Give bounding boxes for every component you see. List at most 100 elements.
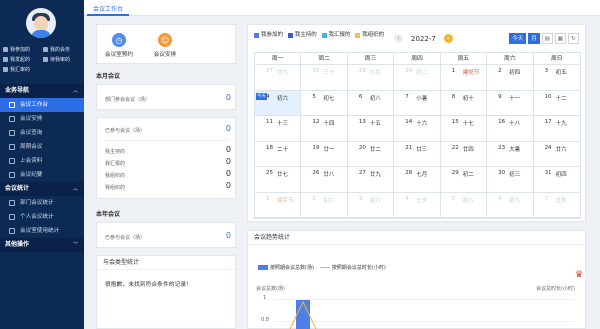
calendar-day[interactable]: 4 七夕 bbox=[394, 192, 441, 218]
lunar-date: 初二 bbox=[462, 172, 474, 178]
calendar-day[interactable]: 9 十一 bbox=[487, 90, 534, 116]
day-number: 5 bbox=[312, 93, 316, 100]
calendar-day[interactable]: 24 廿六 bbox=[533, 142, 580, 167]
nav-meeting-materials[interactable]: 上会资料 bbox=[0, 154, 84, 168]
calendar-day[interactable]: 28 七月 bbox=[394, 167, 441, 193]
legend-item[interactable]: 按照期会议总数(场) bbox=[258, 264, 314, 271]
section-other-ops[interactable]: 其他操作 ﹀ bbox=[0, 238, 84, 252]
dept-meeting-count[interactable]: 0 bbox=[226, 93, 231, 102]
calendar-day[interactable]: 2 初六 bbox=[301, 192, 348, 218]
nav-periodic-meeting[interactable]: 周期会议 bbox=[0, 140, 84, 154]
calendar-day[interactable]: 16 十八 bbox=[487, 116, 534, 142]
type-stats-card: 与会类型统计 很抱歉，未找到符合条件的记录！ bbox=[96, 255, 236, 329]
nav-meeting-query[interactable]: 会议查询 bbox=[0, 126, 84, 140]
yearly-count[interactable]: 0 bbox=[226, 231, 231, 240]
section-meeting-stats[interactable]: 会议统计 ︿ bbox=[0, 182, 84, 196]
nav-personal-stats[interactable]: 个人会议统计 bbox=[0, 210, 84, 224]
calendar-day[interactable]: 今天 4 初六 bbox=[255, 90, 302, 116]
dept-meeting-row: 部门参会会议（场） 0 bbox=[105, 93, 231, 103]
calendar-day[interactable]: 15 十七 bbox=[440, 116, 488, 142]
lunar-date: 廿六 bbox=[555, 146, 567, 153]
nav-room-usage-stats[interactable]: 会议室使用统计 bbox=[0, 224, 84, 238]
calendar-day[interactable]: 3 初六 bbox=[347, 192, 395, 218]
grid-view-button[interactable]: ▦ bbox=[554, 33, 566, 44]
calendar-day[interactable]: 8 初十 bbox=[440, 90, 488, 116]
section-business-nav[interactable]: 业务导航 ︿ bbox=[0, 84, 84, 98]
avatar[interactable] bbox=[26, 8, 56, 38]
y-tick: 0.8 bbox=[261, 317, 269, 323]
trend-line bbox=[289, 300, 317, 329]
chart-icon bbox=[9, 200, 15, 206]
calendar-day[interactable]: 28 三十 bbox=[301, 65, 348, 91]
calendar-day[interactable]: 5 初八 bbox=[440, 192, 488, 218]
calendar-day[interactable]: 17 十九 bbox=[533, 116, 580, 142]
avatar-body bbox=[31, 30, 51, 38]
calendar-day[interactable]: 13 十五 bbox=[347, 116, 395, 142]
quick-link-initiated[interactable]: 我发起的 bbox=[3, 56, 43, 63]
calendar-day[interactable]: 1 建军节 bbox=[255, 192, 302, 218]
calendar-day[interactable]: 25 廿七 bbox=[255, 167, 302, 193]
lunar-date: 廿二 bbox=[369, 146, 381, 153]
calendar-day[interactable]: 7 立秋 bbox=[533, 193, 580, 218]
calendar-day[interactable]: 31 初四 bbox=[533, 167, 580, 193]
refresh-button[interactable]: ↻ bbox=[568, 33, 579, 44]
calendar-day[interactable]: 27 廿九 bbox=[255, 65, 302, 91]
calendar-day[interactable]: 6 初九 bbox=[487, 192, 534, 218]
nav-meeting-arrange[interactable]: 会议安排 bbox=[0, 112, 84, 126]
calendar-day[interactable]: 2 初四 bbox=[487, 65, 534, 91]
calendar-day[interactable]: 5 初七 bbox=[301, 90, 348, 116]
check-icon bbox=[43, 57, 48, 62]
nav-dept-stats[interactable]: 部门会议统计 bbox=[0, 196, 84, 210]
calendar-toolbar: 今天 月 ▤ ▦ ↻ bbox=[509, 33, 579, 44]
calendar-day[interactable]: 12 十四 bbox=[301, 116, 348, 142]
lunar-date: 初四 bbox=[509, 70, 521, 76]
calendar-day[interactable]: 23 大暑 bbox=[487, 141, 534, 167]
stat-value: 0 bbox=[225, 181, 231, 190]
day-number: 2 bbox=[312, 195, 316, 202]
logo-icon[interactable]: ♛ bbox=[572, 268, 586, 282]
prev-month-button[interactable]: ‹ bbox=[394, 34, 403, 43]
legend-item[interactable]: 按照期会议总时长(小时) bbox=[319, 264, 386, 271]
today-button[interactable]: 今天 bbox=[509, 33, 527, 44]
calendar-day[interactable]: 6 初八 bbox=[347, 90, 395, 116]
quick-link-affairs[interactable]: 我的会务 bbox=[43, 46, 83, 53]
calendar-day[interactable]: 3 初五 bbox=[533, 65, 580, 91]
calendar-day[interactable]: 30 初三 bbox=[487, 167, 534, 193]
weekday-label: 周二 bbox=[301, 53, 348, 65]
calendar-days: 27 廿九 28 三十 29 六月 30 初二 1 建党节 2 初四 3 初五 今天 4 初六 5 初七 6 初八 7 小暑… bbox=[254, 64, 581, 219]
legend-swatch bbox=[355, 33, 361, 38]
day-number: 8 bbox=[451, 93, 456, 100]
lunar-date: 廿八 bbox=[323, 172, 335, 178]
calendar-day[interactable]: 18 二十 bbox=[255, 141, 302, 167]
calendar-day[interactable]: 19 廿一 bbox=[301, 141, 348, 167]
calendar-day[interactable]: 26 廿八 bbox=[301, 167, 348, 193]
quick-link-reviewed[interactable]: 我汇审的 bbox=[3, 66, 43, 73]
calendar-day[interactable]: 22 廿四 bbox=[440, 141, 488, 167]
room-booking-button[interactable]: ◷ 会议室预约 bbox=[99, 33, 139, 58]
calendar-day[interactable]: 29 六月 bbox=[347, 65, 395, 91]
calendar-day[interactable]: 11 十三 bbox=[255, 116, 302, 142]
tab-meeting-workbench[interactable]: 会议工作台 bbox=[87, 3, 130, 16]
nav-meeting-workbench[interactable]: 会议工作台 bbox=[0, 98, 84, 112]
calendar-day[interactable]: 29 初二 bbox=[440, 167, 488, 193]
user-icon bbox=[9, 214, 15, 220]
avatar-face bbox=[34, 16, 48, 31]
meeting-arrange-button[interactable]: ☺ 会议安排 bbox=[145, 33, 185, 58]
calendar-day[interactable]: 21 廿三 bbox=[394, 141, 441, 167]
calendar-day[interactable]: 1 建党节 bbox=[440, 65, 488, 91]
calendar-day[interactable]: 20 廿二 bbox=[347, 141, 395, 167]
stat-value[interactable]: 0 bbox=[226, 124, 231, 133]
quick-link-attended[interactable]: 我参加的 bbox=[3, 46, 43, 53]
calendar-day[interactable]: 10 十二 bbox=[533, 91, 580, 116]
next-month-button[interactable]: › bbox=[443, 34, 453, 43]
day-number: 3 bbox=[358, 195, 363, 202]
calendar-day[interactable]: 30 初二 bbox=[394, 65, 441, 91]
nav-meeting-minutes[interactable]: 会议纪要 bbox=[0, 168, 84, 182]
quick-link-pending[interactable]: 待我审的 bbox=[43, 56, 83, 63]
month-view-button[interactable]: 月 bbox=[528, 33, 540, 44]
list-view-button[interactable]: ▤ bbox=[541, 33, 553, 44]
calendar-day[interactable]: 14 十六 bbox=[394, 116, 441, 142]
calendar-day[interactable]: 27 廿九 bbox=[347, 167, 395, 193]
lunar-date: 七月 bbox=[416, 172, 428, 178]
calendar-day[interactable]: 7 小暑 bbox=[394, 90, 441, 116]
